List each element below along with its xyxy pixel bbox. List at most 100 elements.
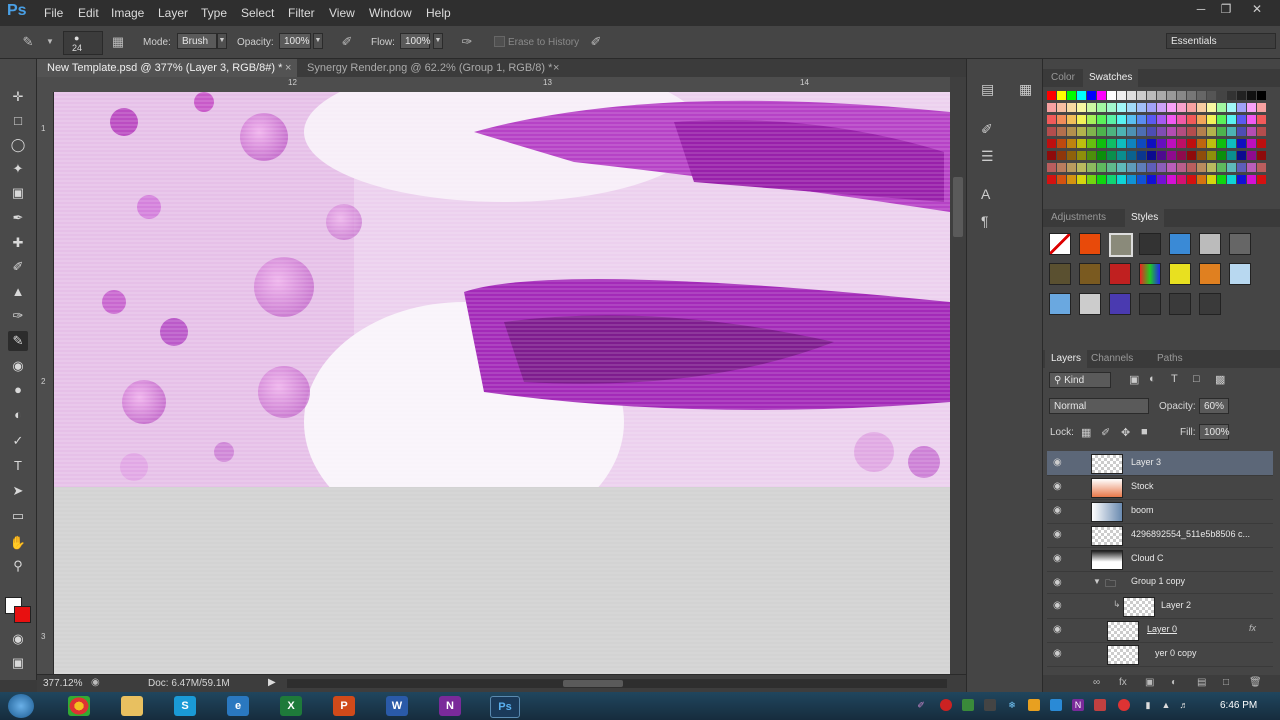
color-swatch[interactable] bbox=[1217, 91, 1226, 100]
color-swatch[interactable] bbox=[1167, 103, 1176, 112]
history-panel-icon[interactable]: ▤ bbox=[981, 81, 994, 98]
color-swatch[interactable] bbox=[1137, 103, 1146, 112]
lock-transparency-icon[interactable]: ▦ bbox=[1081, 426, 1091, 439]
battery-tray-icon[interactable]: ▮ bbox=[1142, 699, 1154, 711]
color-swatch[interactable] bbox=[1057, 103, 1066, 112]
color-swatch[interactable] bbox=[1077, 139, 1086, 148]
brush-preset-picker[interactable]: ● 24 bbox=[63, 31, 103, 55]
menu-select[interactable]: Select bbox=[241, 6, 274, 20]
style-swatch[interactable] bbox=[1079, 293, 1101, 315]
menu-view[interactable]: View bbox=[329, 6, 355, 20]
color-swatch[interactable] bbox=[1087, 91, 1096, 100]
tray-icon[interactable] bbox=[1050, 699, 1062, 711]
scroll-thumb[interactable] bbox=[953, 177, 963, 237]
filter-adjustment-icon[interactable]: ◐ bbox=[1149, 373, 1156, 385]
canvas-vertical-scrollbar[interactable] bbox=[950, 77, 966, 674]
lock-pixels-icon[interactable]: ✐ bbox=[1101, 426, 1110, 439]
color-swatch[interactable] bbox=[1187, 91, 1196, 100]
color-swatch[interactable] bbox=[1247, 139, 1256, 148]
color-swatch[interactable] bbox=[1157, 115, 1166, 124]
fx-icon[interactable]: fx bbox=[1249, 623, 1256, 633]
color-swatch[interactable] bbox=[1157, 103, 1166, 112]
lock-position-icon[interactable]: ✥ bbox=[1121, 426, 1130, 439]
tray-icon[interactable] bbox=[1028, 699, 1040, 711]
color-swatch[interactable] bbox=[1097, 91, 1106, 100]
color-swatch[interactable] bbox=[1157, 175, 1166, 184]
color-swatch[interactable] bbox=[1147, 127, 1156, 136]
color-swatch[interactable] bbox=[1167, 163, 1176, 172]
color-swatch[interactable] bbox=[1167, 151, 1176, 160]
color-swatch[interactable] bbox=[1057, 151, 1066, 160]
color-swatch[interactable] bbox=[1177, 103, 1186, 112]
color-swatch[interactable] bbox=[1257, 91, 1266, 100]
layer-kind-filter[interactable]: ⚲ Kind bbox=[1049, 372, 1111, 388]
menu-edit[interactable]: Edit bbox=[78, 6, 99, 20]
color-swatch[interactable] bbox=[1197, 163, 1206, 172]
color-swatch[interactable] bbox=[1147, 115, 1156, 124]
color-swatch[interactable] bbox=[1087, 103, 1096, 112]
color-swatch[interactable] bbox=[1117, 115, 1126, 124]
color-swatch[interactable] bbox=[1257, 139, 1266, 148]
color-swatch[interactable] bbox=[1167, 175, 1176, 184]
color-swatch[interactable] bbox=[1067, 115, 1076, 124]
color-swatch[interactable] bbox=[1197, 115, 1206, 124]
color-swatch[interactable] bbox=[1137, 151, 1146, 160]
style-swatch[interactable] bbox=[1079, 233, 1101, 255]
color-swatch[interactable] bbox=[1237, 127, 1246, 136]
color-swatch[interactable] bbox=[1207, 175, 1216, 184]
color-swatch[interactable] bbox=[1057, 139, 1066, 148]
flow-input[interactable]: 100% bbox=[400, 33, 431, 49]
color-swatch[interactable] bbox=[1227, 139, 1236, 148]
color-swatch[interactable] bbox=[1257, 163, 1266, 172]
tab-close-icon[interactable]: × bbox=[285, 59, 291, 77]
color-swatch[interactable] bbox=[1097, 103, 1106, 112]
color-swatch[interactable] bbox=[1207, 115, 1216, 124]
menu-filter[interactable]: Filter bbox=[288, 6, 315, 20]
color-swatch[interactable] bbox=[1227, 175, 1236, 184]
color-swatch[interactable] bbox=[1187, 163, 1196, 172]
color-swatch[interactable] bbox=[1047, 91, 1056, 100]
color-swatch[interactable] bbox=[1117, 127, 1126, 136]
color-swatch[interactable] bbox=[1077, 103, 1086, 112]
path-select-tool-icon[interactable]: ➤ bbox=[8, 481, 28, 501]
color-swatch[interactable] bbox=[1057, 175, 1066, 184]
visibility-eye-icon[interactable]: ◉ bbox=[1053, 552, 1067, 566]
tab-new-template[interactable]: New Template.psd @ 377% (Layer 3, RGB/8#… bbox=[37, 59, 297, 77]
color-swatch[interactable] bbox=[1247, 115, 1256, 124]
color-swatch[interactable] bbox=[1147, 163, 1156, 172]
color-swatch[interactable] bbox=[1137, 115, 1146, 124]
photoshop-taskbar-icon[interactable]: Ps bbox=[490, 696, 520, 718]
color-swatch[interactable] bbox=[1207, 139, 1216, 148]
color-swatch[interactable] bbox=[1227, 163, 1236, 172]
color-swatch[interactable] bbox=[1127, 163, 1136, 172]
adjustment-layer-icon[interactable]: ◐ bbox=[1171, 677, 1177, 688]
color-swatch[interactable] bbox=[1177, 139, 1186, 148]
style-swatch[interactable] bbox=[1079, 263, 1101, 285]
lock-all-icon[interactable]: ■ bbox=[1141, 426, 1148, 438]
style-swatch[interactable] bbox=[1199, 233, 1221, 255]
color-swatch[interactable] bbox=[1077, 163, 1086, 172]
zoom-tool-icon[interactable]: ⚲ bbox=[8, 556, 28, 576]
menu-help[interactable]: Help bbox=[426, 6, 451, 20]
dodge-tool-icon[interactable]: ◐ bbox=[8, 405, 28, 425]
color-swatch[interactable] bbox=[1257, 115, 1266, 124]
color-swatch[interactable] bbox=[1247, 175, 1256, 184]
healing-brush-tool-icon[interactable]: ✚ bbox=[8, 233, 28, 253]
color-swatch[interactable] bbox=[1107, 175, 1116, 184]
color-swatch[interactable] bbox=[1227, 115, 1236, 124]
color-swatch[interactable] bbox=[1077, 127, 1086, 136]
color-swatch[interactable] bbox=[1157, 127, 1166, 136]
color-swatch[interactable] bbox=[1187, 115, 1196, 124]
style-swatch[interactable] bbox=[1229, 263, 1251, 285]
onenote-tray-icon[interactable]: N bbox=[1072, 699, 1084, 711]
style-swatch[interactable] bbox=[1049, 263, 1071, 285]
lasso-tool-icon[interactable]: ◯ bbox=[8, 135, 28, 155]
color-swatch[interactable] bbox=[1247, 163, 1256, 172]
color-swatch[interactable] bbox=[1127, 115, 1136, 124]
color-swatch[interactable] bbox=[1157, 139, 1166, 148]
minimize-icon[interactable]: ─ bbox=[1190, 2, 1212, 20]
tray-icon[interactable] bbox=[1094, 699, 1106, 711]
color-swatch[interactable] bbox=[1207, 103, 1216, 112]
color-swatch[interactable] bbox=[1187, 139, 1196, 148]
color-swatch[interactable] bbox=[1227, 103, 1236, 112]
